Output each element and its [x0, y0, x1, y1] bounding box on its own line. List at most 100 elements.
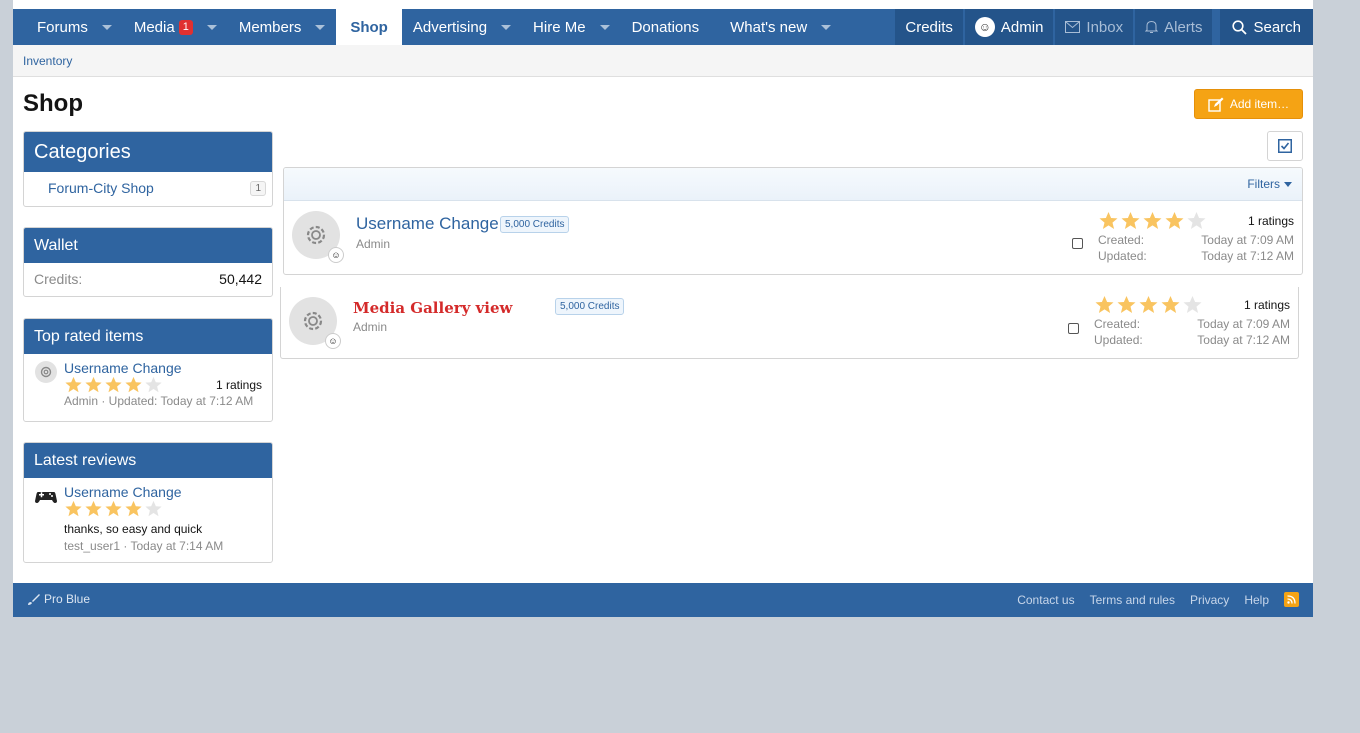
nav-whats-new-label: What's new — [730, 18, 808, 36]
inventory-link[interactable]: Inventory — [23, 54, 72, 68]
envelope-icon — [1065, 21, 1081, 33]
item-author[interactable]: Admin — [353, 320, 387, 334]
star-icon — [125, 376, 142, 393]
star-icon — [1095, 296, 1114, 313]
rss-icon[interactable] — [1284, 592, 1299, 607]
star-icon — [1183, 296, 1202, 313]
nav-donations-label: Donations — [631, 18, 700, 36]
add-item-label: Add item… — [1229, 97, 1290, 111]
chevron-down-icon[interactable] — [501, 24, 512, 30]
author-avatar: ☺ — [328, 247, 344, 263]
credits-link[interactable]: Credits — [895, 9, 963, 45]
nav-forums[interactable]: Forums — [13, 9, 123, 45]
chevron-down-icon[interactable] — [821, 24, 832, 30]
select-checkbox[interactable] — [1068, 323, 1079, 334]
nav-media[interactable]: Media 1 — [123, 9, 228, 45]
wallet-credits-row: Credits: 50,442 — [24, 263, 272, 295]
list-item: ☺ Media Gallery view 5,000 Credits Admin… — [280, 287, 1299, 359]
alerts-link[interactable]: Alerts — [1135, 9, 1213, 45]
top-rated-block: Top rated items Username Change 1 rating… — [23, 318, 273, 422]
nav-donations[interactable]: Donations — [621, 9, 720, 45]
created-row: Created: Today at 7:09 AM — [1094, 317, 1290, 331]
updated-value: Today at 7:12 AM — [1197, 333, 1290, 347]
gear-icon — [35, 361, 57, 383]
filters-button[interactable]: Filters — [1247, 177, 1280, 191]
nav-media-label: Media — [133, 18, 175, 36]
categories-title: Categories — [24, 132, 272, 172]
search-label: Search — [1253, 18, 1301, 36]
rating-stars — [64, 500, 163, 518]
avatar: ☺ — [974, 17, 995, 37]
review-item-title[interactable]: Username Change — [64, 484, 262, 500]
nav-members[interactable]: Members — [228, 9, 337, 45]
review-text: thanks, so easy and quick — [64, 522, 203, 536]
latest-reviews-block: Latest reviews Username Change thanks, s… — [23, 442, 273, 563]
resource-list: Filters ☺ Username Change 5,000 Credits … — [283, 167, 1303, 275]
footer-link-privacy[interactable]: Privacy — [1190, 593, 1229, 607]
gamepad-icon — [35, 492, 57, 503]
gear-icon — [303, 311, 323, 331]
select-checkbox[interactable] — [1072, 238, 1083, 249]
author-avatar: ☺ — [325, 333, 341, 349]
nav-shop[interactable]: Shop — [336, 9, 402, 45]
star-icon — [1121, 212, 1140, 229]
checkbox-checked-icon — [1278, 139, 1292, 153]
style-name: Pro Blue — [44, 592, 91, 606]
top-rated-item-title[interactable]: Username Change — [64, 360, 262, 376]
top-rated-item: Username Change 1 ratings Admin · Update… — [24, 354, 272, 408]
style-chooser[interactable]: Pro Blue — [27, 592, 90, 606]
item-stats: 1 ratings Created: Today at 7:09 AM Updat… — [1094, 295, 1290, 347]
nav-advertising-label: Advertising — [412, 18, 488, 36]
top-rated-title: Top rated items — [24, 319, 272, 354]
review-item: Username Change thanks, so easy and quic… — [24, 478, 272, 553]
updated-value: Today at 7:12 AM — [1201, 249, 1294, 263]
item-title[interactable]: Username Change — [356, 214, 499, 234]
chevron-down-icon[interactable] — [1284, 181, 1292, 187]
created-value: Today at 7:09 AM — [1197, 317, 1290, 331]
search-button[interactable]: Search — [1220, 9, 1313, 45]
account-username: Admin — [1000, 18, 1044, 36]
nav-members-label: Members — [238, 18, 302, 36]
item-icon: ☺ — [292, 211, 344, 263]
price-tag: 5,000 Credits — [500, 216, 570, 233]
chevron-down-icon[interactable] — [101, 24, 112, 30]
nav-advertising[interactable]: Advertising — [402, 9, 522, 45]
star-icon — [85, 500, 102, 517]
star-icon — [145, 376, 162, 393]
inbox-label: Inbox — [1086, 18, 1124, 36]
chevron-down-icon[interactable] — [206, 24, 217, 30]
item-stats: 1 ratings Created: Today at 7:09 AM Updat… — [1098, 211, 1294, 263]
account-link[interactable]: ☺ Admin — [964, 9, 1054, 45]
footer-link-contact[interactable]: Contact us — [1017, 593, 1074, 607]
star-icon — [125, 500, 142, 517]
footer-link-help[interactable]: Help — [1244, 593, 1269, 607]
item-author[interactable]: Admin — [356, 237, 390, 251]
chevron-down-icon[interactable] — [599, 24, 610, 30]
star-icon — [1099, 212, 1118, 229]
footer-link-terms[interactable]: Terms and rules — [1090, 593, 1175, 607]
category-name[interactable]: Forum-City Shop — [48, 180, 154, 196]
category-item[interactable]: Forum-City Shop 1 — [24, 172, 272, 196]
wallet-credits-label: Credits: — [34, 271, 83, 287]
select-toggle-button[interactable] — [1267, 131, 1303, 161]
inbox-link[interactable]: Inbox — [1055, 9, 1134, 45]
created-label: Created: — [1098, 233, 1145, 247]
add-item-button[interactable]: Add item… — [1194, 89, 1303, 119]
filter-bar: Filters — [284, 168, 1302, 201]
item-title[interactable]: Media Gallery view — [353, 299, 512, 317]
page-title: Shop — [23, 90, 83, 117]
item-icon: ☺ — [289, 297, 341, 349]
rating-stars — [1094, 295, 1203, 315]
star-icon — [1143, 212, 1162, 229]
window-scrollbar[interactable] — [1313, 0, 1360, 733]
updated-label: Updated: — [1098, 249, 1147, 263]
chevron-down-icon[interactable] — [315, 24, 326, 30]
created-label: Created: — [1094, 317, 1141, 331]
nav-hire-me[interactable]: Hire Me — [522, 9, 621, 45]
rating-stars — [1098, 211, 1207, 231]
created-row: Created: Today at 7:09 AM — [1098, 233, 1294, 247]
star-icon — [1117, 296, 1136, 313]
star-icon — [1165, 212, 1184, 229]
star-icon — [85, 376, 102, 393]
nav-whats-new[interactable]: What's new — [719, 9, 842, 45]
